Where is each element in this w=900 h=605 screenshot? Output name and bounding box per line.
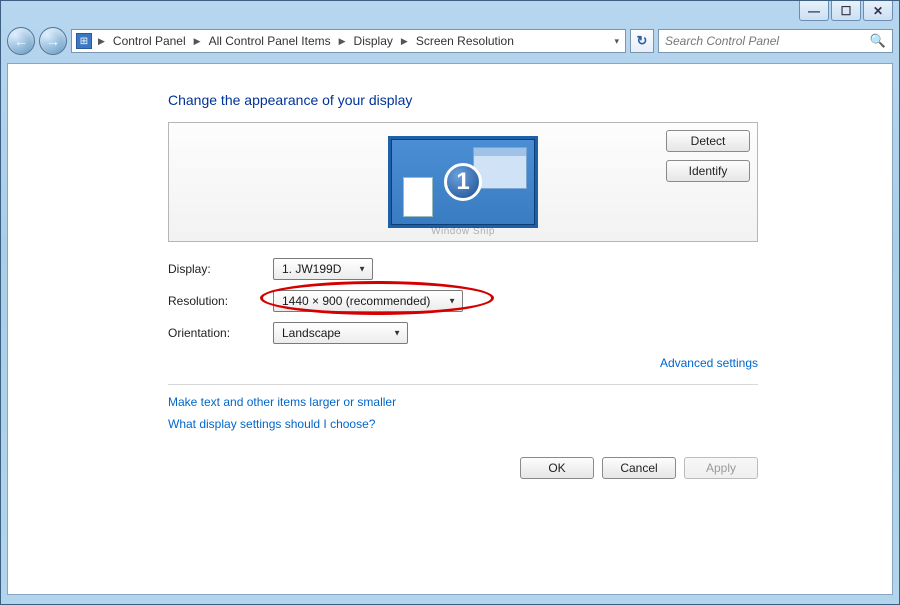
monitor-doc-icon [403,177,433,217]
control-panel-icon: ⊞ [76,33,92,49]
breadcrumb-display[interactable]: Display [352,34,395,48]
search-icon: 🔍 [870,33,886,49]
resolution-select[interactable]: 1440 × 900 (recommended) [273,290,463,312]
search-placeholder: Search Control Panel [665,34,779,48]
close-button[interactable]: ✕ [863,1,893,21]
breadcrumb-control-panel[interactable]: Control Panel [111,34,188,48]
content-panel: Change the appearance of your display 1 … [7,63,893,595]
titlebar-buttons: — ☐ ✕ [799,1,893,21]
identify-button[interactable]: Identify [666,160,750,182]
window-frame: — ☐ ✕ ← → ⊞ ▶ Control Panel ▶ All Contro… [0,0,900,605]
orientation-label: Orientation: [168,326,273,340]
snip-watermark: Window Snip [431,226,495,237]
monitor-number-badge: 1 [444,163,482,201]
display-select[interactable]: 1. JW199D [273,258,373,280]
nav-back-button[interactable]: ← [7,27,35,55]
display-value: 1. JW199D [282,262,341,276]
breadcrumb-sep-icon: ▶ [98,36,105,47]
address-bar[interactable]: ⊞ ▶ Control Panel ▶ All Control Panel It… [71,29,626,53]
resolution-value: 1440 × 900 (recommended) [282,294,430,308]
ok-button[interactable]: OK [520,457,594,479]
orientation-select[interactable]: Landscape [273,322,408,344]
resolution-label: Resolution: [168,294,273,308]
address-dropdown-icon[interactable]: ▾ [614,36,621,47]
nav-forward-button[interactable]: → [39,27,67,55]
settings-form: Display: 1. JW199D Resolution: 1440 × 90… [168,258,758,344]
detect-button[interactable]: Detect [666,130,750,152]
minimize-button[interactable]: — [799,1,829,21]
help-links: Make text and other items larger or smal… [168,384,758,431]
refresh-button[interactable]: ↻ [630,29,654,53]
dialog-buttons: OK Cancel Apply [168,457,758,479]
breadcrumb-sep-icon: ▶ [194,36,201,47]
breadcrumb-screen-resolution[interactable]: Screen Resolution [414,34,516,48]
monitor-thumbnail[interactable]: 1 [388,136,538,228]
display-preview-area[interactable]: 1 Window Snip Detect Identify [168,122,758,242]
search-input[interactable]: Search Control Panel 🔍 [658,29,893,53]
display-help-link[interactable]: What display settings should I choose? [168,417,758,431]
breadcrumb-sep-icon: ▶ [339,36,346,47]
navigation-bar: ← → ⊞ ▶ Control Panel ▶ All Control Pane… [7,25,893,57]
advanced-settings-link[interactable]: Advanced settings [660,356,758,370]
cancel-button[interactable]: Cancel [602,457,676,479]
display-label: Display: [168,262,273,276]
orientation-value: Landscape [282,326,341,340]
page-heading: Change the appearance of your display [168,92,758,108]
breadcrumb-sep-icon: ▶ [401,36,408,47]
apply-button: Apply [684,457,758,479]
text-size-link[interactable]: Make text and other items larger or smal… [168,395,758,409]
breadcrumb-all-items[interactable]: All Control Panel Items [207,34,333,48]
maximize-button[interactable]: ☐ [831,1,861,21]
